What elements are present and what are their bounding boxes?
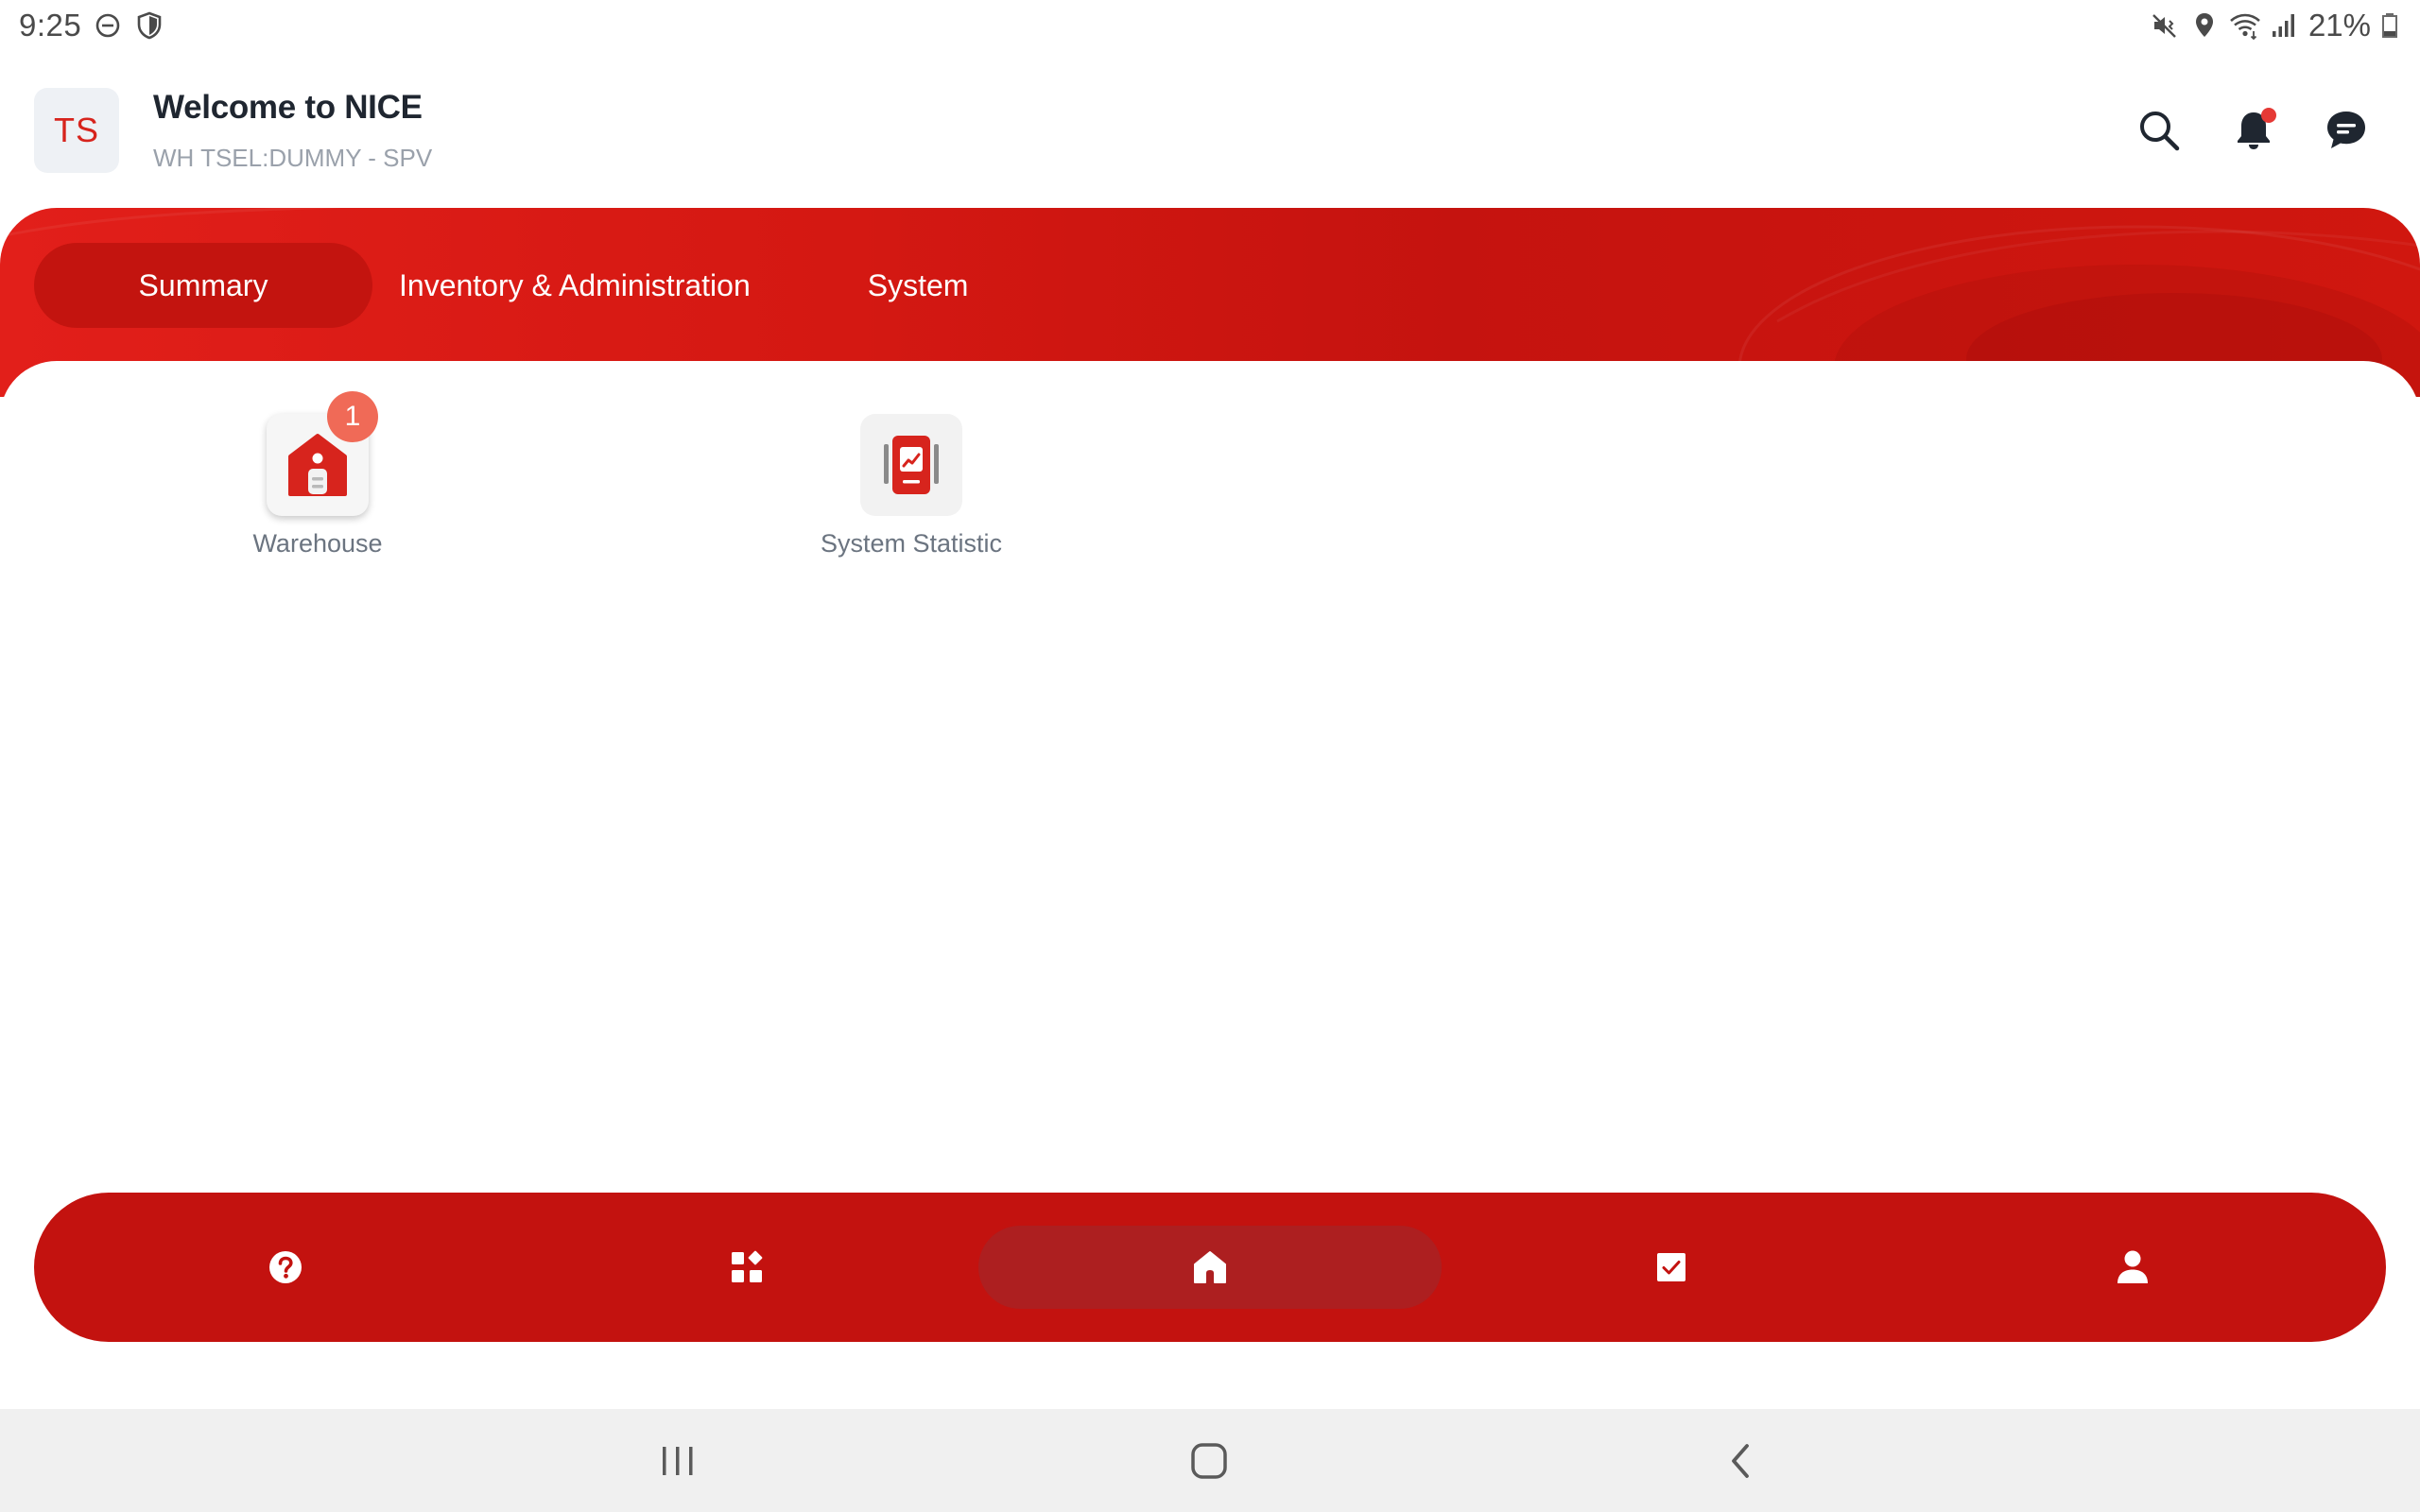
back-icon[interactable] <box>1707 1428 1773 1494</box>
location-icon <box>2189 10 2220 41</box>
page-subtitle: WH TSEL:DUMMY - SPV <box>153 144 433 172</box>
menu-item-warehouse[interactable]: 1 Warehouse <box>223 391 412 558</box>
statistic-icon-box <box>860 414 962 516</box>
battery-icon <box>2380 10 2399 41</box>
apps-icon <box>732 1250 763 1282</box>
home-icon <box>1194 1251 1226 1283</box>
mute-vibrate-icon <box>2150 10 2180 41</box>
notification-button[interactable] <box>2225 102 2282 159</box>
nav-profile[interactable] <box>2038 1193 2227 1342</box>
menu-item-system-statistic[interactable]: System Statistic <box>817 414 1006 558</box>
signal-icon <box>2269 10 2299 41</box>
status-bar: 9:25 21% <box>0 0 2420 55</box>
statistic-book-icon <box>884 436 939 494</box>
warehouse-icon-box: 1 <box>267 391 378 516</box>
status-right: 21% <box>2150 8 2399 43</box>
notification-dot <box>2261 108 2276 123</box>
battery-percent: 21% <box>2308 8 2371 43</box>
recents-icon[interactable] <box>645 1428 711 1494</box>
nav-apps[interactable] <box>652 1193 841 1342</box>
nav-help[interactable] <box>191 1193 380 1342</box>
help-icon <box>269 1251 302 1283</box>
warehouse-badge: 1 <box>327 391 378 442</box>
warehouse-icon <box>288 434 347 496</box>
nav-home[interactable] <box>1115 1193 1305 1342</box>
chat-icon[interactable] <box>2318 102 2375 159</box>
tab-system[interactable]: System <box>868 243 969 328</box>
shield-icon <box>134 10 164 41</box>
bottom-nav <box>34 1193 2386 1342</box>
app-header: TS Welcome to NICE WH TSEL:DUMMY - SPV <box>0 55 2420 208</box>
status-left: 9:25 <box>19 8 164 43</box>
status-time: 9:25 <box>19 8 82 43</box>
nav-tasks[interactable] <box>1577 1193 1766 1342</box>
tab-bar: Summary Inventory & Administration Syste… <box>34 242 968 329</box>
tasks-icon <box>1657 1253 1685 1281</box>
search-icon[interactable] <box>2131 102 2187 159</box>
tab-inventory-administration[interactable]: Inventory & Administration <box>365 243 785 328</box>
avatar[interactable]: TS <box>34 88 119 173</box>
menu-label-system-statistic: System Statistic <box>820 529 1003 558</box>
dnd-icon <box>93 10 123 41</box>
home-circle-icon[interactable] <box>1176 1428 1242 1494</box>
tab-summary[interactable]: Summary <box>34 243 372 328</box>
wifi-icon <box>2229 10 2260 41</box>
menu-label-warehouse: Warehouse <box>252 529 383 558</box>
profile-icon <box>2118 1250 2148 1283</box>
system-nav-bar <box>0 1409 2420 1512</box>
page-title: Welcome to NICE <box>153 89 423 126</box>
